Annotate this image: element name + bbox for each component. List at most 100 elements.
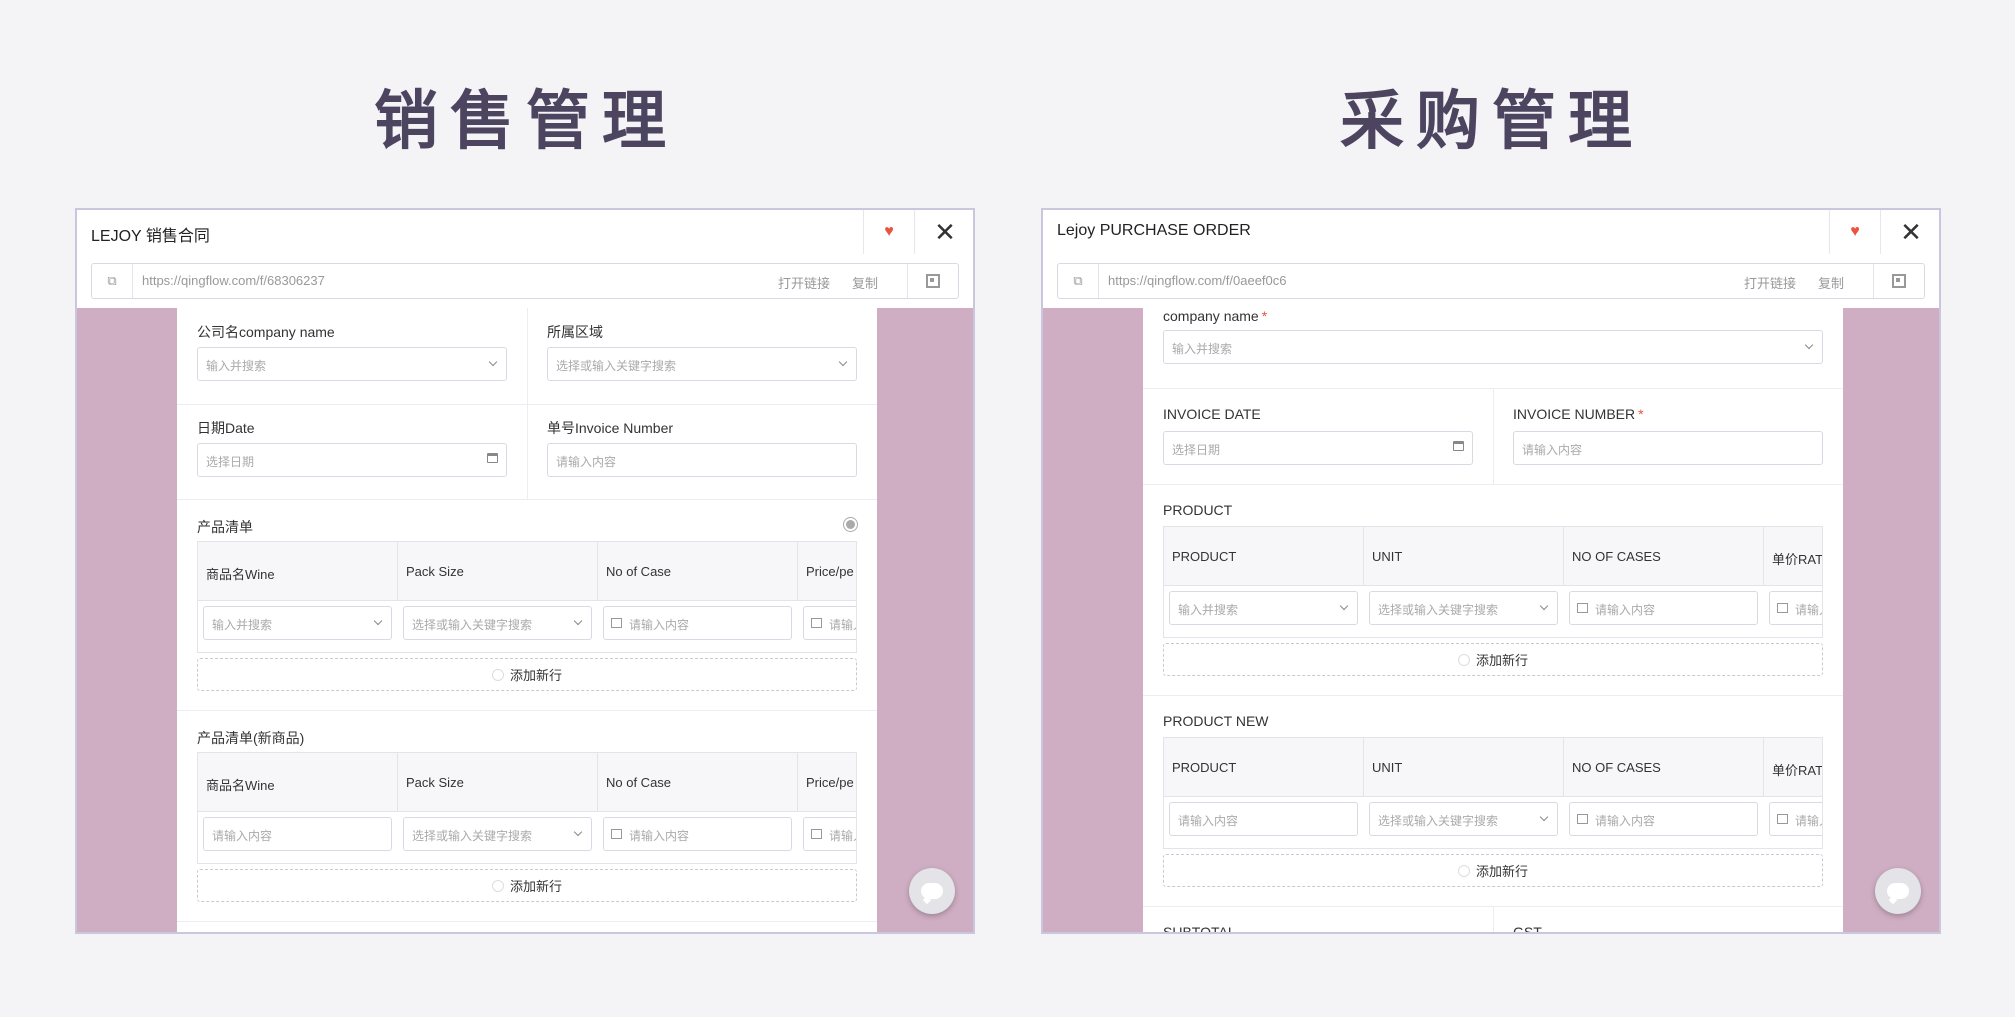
chevron-down-icon	[1804, 340, 1814, 350]
pack-size-select[interactable]: 选择或输入关键字搜索	[403, 606, 592, 640]
invoice-number-label: 单号Invoice Number	[547, 420, 674, 436]
company-name-select[interactable]: 输入并搜索	[197, 347, 507, 381]
chat-button[interactable]	[909, 868, 955, 914]
case-count-input[interactable]: 请输入内容	[603, 606, 792, 640]
chevron-down-icon	[573, 827, 583, 837]
date-label: 日期Date	[197, 420, 255, 436]
add-row-button[interactable]: 添加新行	[1163, 854, 1823, 887]
add-row-button[interactable]: 添加新行	[1163, 643, 1823, 676]
invoice-date-label: INVOICE DATE	[1163, 406, 1261, 422]
column-header: 单价RAT	[1772, 763, 1823, 778]
rate-input[interactable]: 请输入	[1769, 591, 1822, 625]
chevron-down-icon	[373, 616, 383, 626]
chevron-down-icon	[573, 616, 583, 626]
favorite-button[interactable]: ♥	[1829, 210, 1881, 254]
invoice-number-label: INVOICE NUMBER *	[1513, 406, 1644, 422]
invoice-number-input[interactable]: 请输入内容	[547, 443, 857, 477]
gst-label: GST	[1513, 924, 1542, 934]
chat-button[interactable]	[1875, 868, 1921, 914]
wine-input[interactable]: 请输入内容	[203, 817, 392, 851]
product-new-label: PRODUCT NEW	[1163, 713, 1269, 729]
image-icon	[811, 829, 822, 839]
chevron-down-icon	[488, 357, 498, 367]
chat-icon	[1887, 883, 1909, 899]
qr-code-button[interactable]	[1873, 264, 1924, 298]
open-link-button[interactable]: 打开链接	[778, 273, 830, 292]
calendar-icon	[487, 453, 498, 463]
products-new-label: 产品清单(新商品)	[197, 730, 305, 746]
invoice-number-input[interactable]: 请输入内容	[1513, 431, 1823, 465]
image-icon	[611, 618, 622, 628]
products-section: 产品清单 商品名Wine Pack Size No of Case Price/…	[177, 499, 877, 711]
column-header: PRODUCT	[1164, 738, 1364, 796]
copy-button[interactable]: 复制	[1818, 273, 1844, 292]
window-icon: ⧉	[1058, 264, 1099, 298]
column-header: Price/pe	[806, 564, 854, 579]
favorite-button[interactable]: ♥	[863, 210, 915, 254]
column-header: No of Case	[598, 542, 798, 600]
qr-code-button[interactable]	[907, 264, 958, 298]
image-icon	[1777, 814, 1788, 824]
case-count-input[interactable]: 请输入内容	[1569, 591, 1758, 625]
invoice-date-picker[interactable]: 选择日期	[1163, 431, 1473, 465]
price-input[interactable]: 请输入	[803, 606, 856, 640]
unit-select[interactable]: 选择或输入关键字搜索	[1369, 591, 1558, 625]
product-input[interactable]: 请输入内容	[1169, 802, 1358, 836]
unit-select[interactable]: 选择或输入关键字搜索	[1369, 802, 1558, 836]
add-row-button[interactable]: 添加新行	[197, 658, 857, 691]
region-label: 所属区域	[547, 324, 603, 340]
share-link-area: ⧉ https://qingflow.com/f/68306237 打开链接 复…	[77, 254, 973, 308]
company-name-select[interactable]: 输入并搜索	[1163, 330, 1823, 364]
purchase-form: company name * 输入并搜索 INVOICE DATE 选择日期 IN…	[1143, 308, 1843, 934]
share-url[interactable]: https://qingflow.com/f/68306237	[142, 273, 325, 288]
heart-icon: ♥	[1850, 223, 1860, 240]
image-icon	[1577, 603, 1588, 613]
price-input[interactable]: 请输入	[803, 817, 856, 851]
chevron-down-icon	[1539, 601, 1549, 611]
case-count-input[interactable]: 请输入内容	[1569, 802, 1758, 836]
row-company-region: 公司名company name 输入并搜索 所属区域 选择或输入关键字搜索	[177, 308, 877, 405]
add-row-button[interactable]: 添加新行	[197, 869, 857, 902]
column-header: Pack Size	[398, 753, 598, 811]
close-button[interactable]: ✕	[917, 210, 973, 254]
chevron-down-icon	[838, 357, 848, 367]
column-header: UNIT	[1364, 527, 1564, 585]
products-new-table: 商品名Wine Pack Size No of Case Price/pe 请输…	[197, 752, 857, 864]
purchase-section-title: 采购管理	[1340, 85, 1644, 159]
column-header: 商品名Wine	[198, 753, 398, 811]
product-new-section: PRODUCT NEW PRODUCT UNIT NO OF CASES 单价R…	[1143, 695, 1843, 907]
wine-select[interactable]: 输入并搜索	[203, 606, 392, 640]
open-link-button[interactable]: 打开链接	[1744, 273, 1796, 292]
company-name-label: 公司名company name	[197, 324, 335, 340]
rate-input[interactable]: 请输入	[1769, 802, 1822, 836]
products-table: 商品名Wine Pack Size No of Case Price/pe 输入…	[197, 541, 857, 653]
column-header: No of Case	[598, 753, 798, 811]
chevron-down-icon	[1539, 812, 1549, 822]
image-icon	[1577, 814, 1588, 824]
image-icon	[611, 829, 622, 839]
product-section: PRODUCT PRODUCT UNIT NO OF CASES 单价RAT 输…	[1143, 484, 1843, 696]
company-name-label: company name *	[1163, 308, 1268, 324]
case-count-input[interactable]: 请输入内容	[603, 817, 792, 851]
share-url[interactable]: https://qingflow.com/f/0aeef0c6	[1108, 273, 1287, 288]
date-picker[interactable]: 选择日期	[197, 443, 507, 477]
product-label: PRODUCT	[1163, 502, 1233, 518]
copy-button[interactable]: 复制	[852, 273, 878, 292]
qr-code-icon	[926, 274, 940, 288]
row-invoice: INVOICE DATE 选择日期 INVOICE NUMBER * 请输入内容	[1143, 388, 1843, 485]
close-button[interactable]: ✕	[1883, 210, 1939, 254]
close-icon: ✕	[934, 216, 956, 247]
pack-size-select[interactable]: 选择或输入关键字搜索	[403, 817, 592, 851]
calendar-icon	[1453, 441, 1464, 451]
qr-code-icon	[1892, 274, 1906, 288]
sales-form: 公司名company name 输入并搜索 所属区域 选择或输入关键字搜索 日期…	[177, 308, 877, 932]
timer-icon[interactable]	[844, 518, 857, 531]
product-new-table: PRODUCT UNIT NO OF CASES 单价RAT 请输入内容 选择或…	[1163, 737, 1823, 849]
region-select[interactable]: 选择或输入关键字搜索	[547, 347, 857, 381]
purchase-form-window: Lejoy PURCHASE ORDER ♥ ✕ ⧉ https://qingf…	[1041, 208, 1941, 934]
product-select[interactable]: 输入并搜索	[1169, 591, 1358, 625]
share-link-bar: ⧉ https://qingflow.com/f/68306237 打开链接 复…	[91, 263, 959, 299]
close-icon: ✕	[1900, 216, 1922, 247]
image-icon	[1777, 603, 1788, 613]
image-icon	[811, 618, 822, 628]
